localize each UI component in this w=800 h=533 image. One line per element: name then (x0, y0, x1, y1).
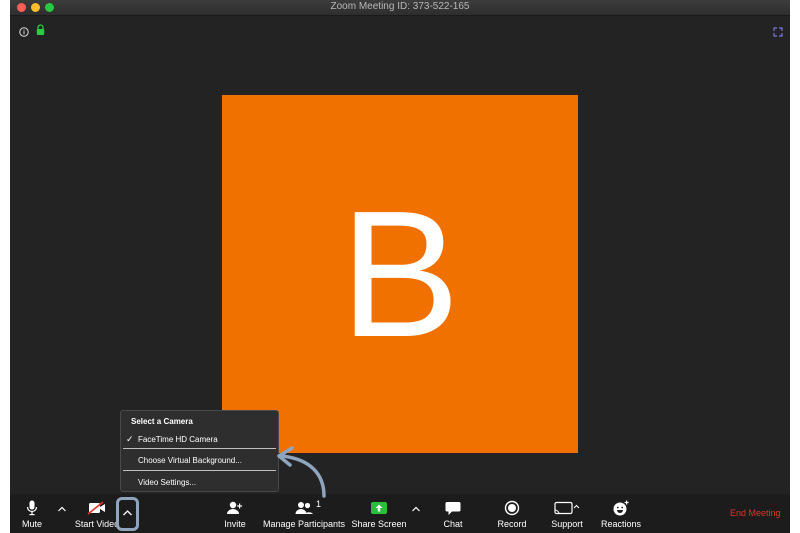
chat-button[interactable]: Chat (438, 494, 468, 533)
audio-options-caret[interactable] (57, 504, 67, 514)
mute-label: Mute (21, 519, 42, 529)
share-screen-label: Share Screen (351, 519, 407, 529)
menu-header: Select a Camera (131, 417, 193, 426)
menu-item-video-settings[interactable]: Video Settings... (121, 475, 278, 491)
menu-divider (123, 448, 276, 449)
reactions-button[interactable]: Reactions (598, 494, 644, 533)
caret-up-icon (123, 510, 132, 516)
menu-item-label: Video Settings... (138, 478, 197, 487)
invite-icon (226, 500, 244, 516)
zoom-window: Zoom Meeting ID: 373-522-165 B Mute Star… (10, 0, 790, 533)
caret-up-icon (58, 506, 66, 512)
title-bar: Zoom Meeting ID: 373-522-165 (10, 0, 790, 16)
share-screen-icon (370, 500, 388, 516)
menu-item-facetime-camera[interactable]: ✓ FaceTime HD Camera (121, 432, 278, 448)
support-label: Support (551, 519, 583, 529)
check-icon: ✓ (126, 434, 134, 444)
caret-up-icon (412, 506, 420, 512)
info-icon[interactable] (19, 24, 29, 37)
menu-divider (123, 470, 276, 471)
reactions-icon (612, 500, 630, 516)
record-label: Record (497, 519, 527, 529)
record-button[interactable]: Record (494, 494, 530, 533)
video-off-icon (87, 500, 107, 516)
annotation-arrow (277, 446, 326, 498)
avatar-letter: B (339, 174, 461, 375)
share-options-caret[interactable] (411, 504, 421, 514)
support-icon (554, 500, 580, 516)
end-meeting-button[interactable]: End Meeting (730, 508, 781, 518)
mute-button[interactable]: Mute (18, 494, 46, 533)
camera-select-menu: Select a Camera ✓ FaceTime HD Camera Cho… (120, 410, 279, 492)
video-options-caret-highlight[interactable] (116, 497, 139, 531)
invite-label: Invite (224, 519, 246, 529)
chat-label: Chat (443, 519, 463, 529)
manage-participants-button[interactable]: Manage Participants (262, 494, 346, 533)
participant-count: 1 (316, 499, 322, 509)
reactions-label: Reactions (600, 519, 642, 529)
menu-item-label: Choose Virtual Background... (138, 456, 242, 465)
support-button[interactable]: Support (548, 494, 586, 533)
start-video-button[interactable]: Start Video (72, 494, 122, 533)
manage-participants-label: Manage Participants (262, 519, 346, 529)
participants-icon (294, 500, 314, 516)
chat-icon (445, 500, 461, 516)
record-icon (504, 500, 520, 516)
lock-icon[interactable] (36, 23, 45, 35)
start-video-label: Start Video (74, 519, 120, 529)
invite-button[interactable]: Invite (220, 494, 250, 533)
menu-item-virtual-background[interactable]: Choose Virtual Background... (121, 453, 278, 469)
menu-item-label: FaceTime HD Camera (138, 435, 218, 444)
microphone-icon (26, 500, 38, 516)
share-screen-button[interactable]: Share Screen (350, 494, 408, 533)
participant-video-tile: B (222, 95, 578, 453)
fullscreen-icon[interactable] (773, 24, 783, 37)
window-title: Zoom Meeting ID: 373-522-165 (330, 1, 470, 12)
